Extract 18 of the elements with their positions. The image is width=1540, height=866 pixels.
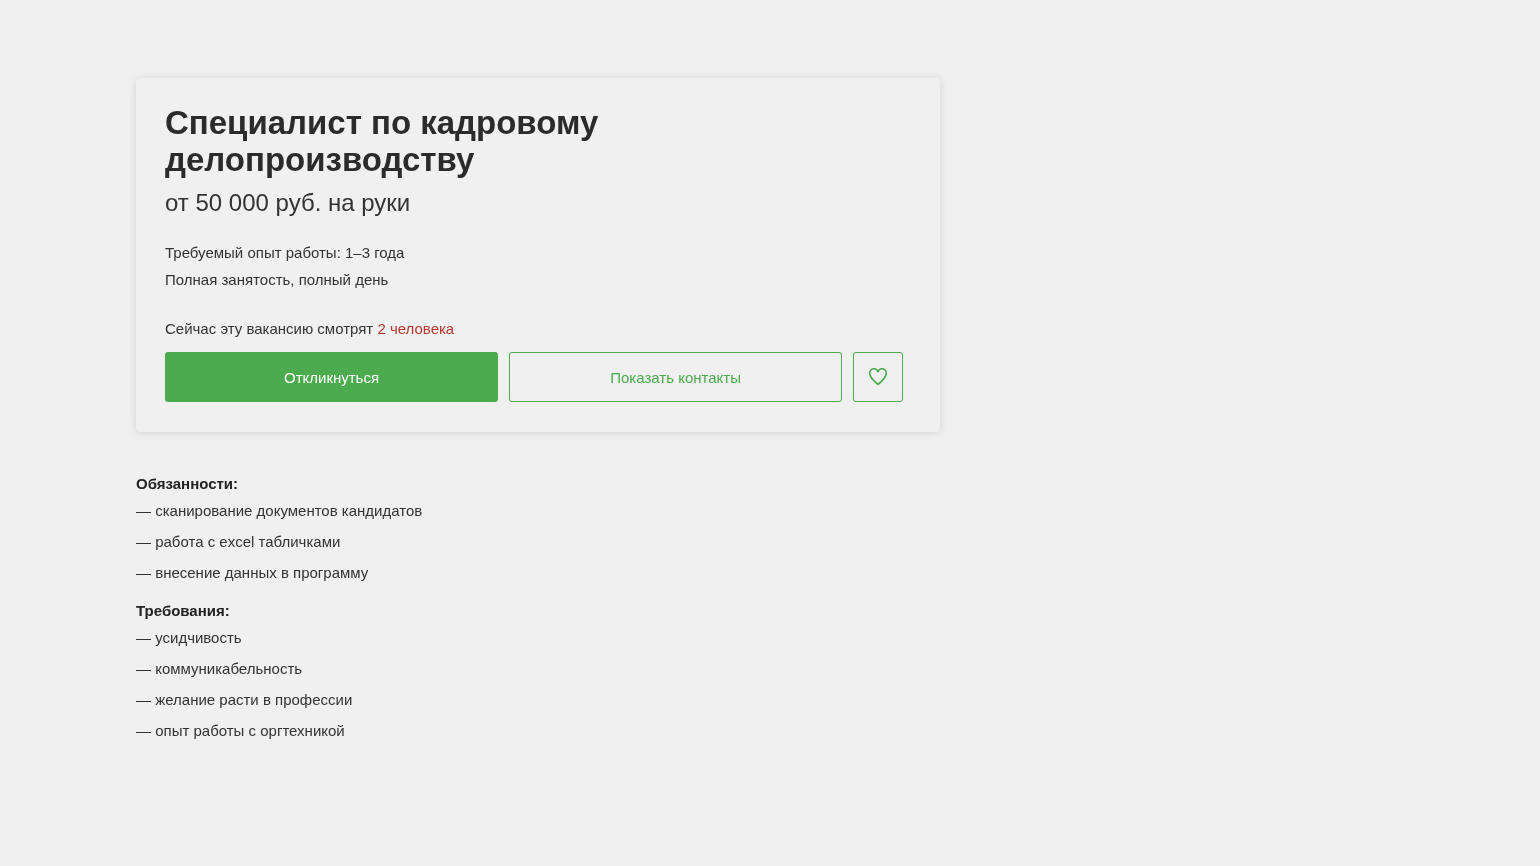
- section-heading: Требования:: [136, 601, 231, 621]
- employment-text: Полная занятость, полный день: [165, 270, 390, 290]
- section-heading: Обязанности:: [136, 474, 240, 494]
- vacancy-title: Специалист по кадровому делопроизводству: [165, 104, 600, 178]
- salary: от 50 000 руб. на руки: [165, 189, 412, 217]
- list-item: — коммуникабельность: [136, 659, 304, 679]
- list-item: — желание расти в профессии: [136, 690, 354, 710]
- experience-text: Требуемый опыт работы: 1–3 года: [165, 243, 406, 263]
- apply-button[interactable]: Откликнуться: [165, 352, 499, 402]
- list-item: — усидчивость: [136, 628, 243, 648]
- heart-icon: [868, 368, 889, 386]
- list-item: — внесение данных в программу: [136, 563, 370, 583]
- list-item: — работа с excel табличками: [136, 532, 342, 552]
- list-item: — опыт работы с оргтехникой: [136, 721, 346, 741]
- show-contacts-button[interactable]: Показать контакты: [509, 352, 843, 402]
- favorite-button[interactable]: [853, 352, 903, 402]
- viewers-text: Сейчас эту вакансию смотрят 2 человека: [165, 320, 456, 337]
- list-item: — сканирование документов кандидатов: [136, 501, 424, 521]
